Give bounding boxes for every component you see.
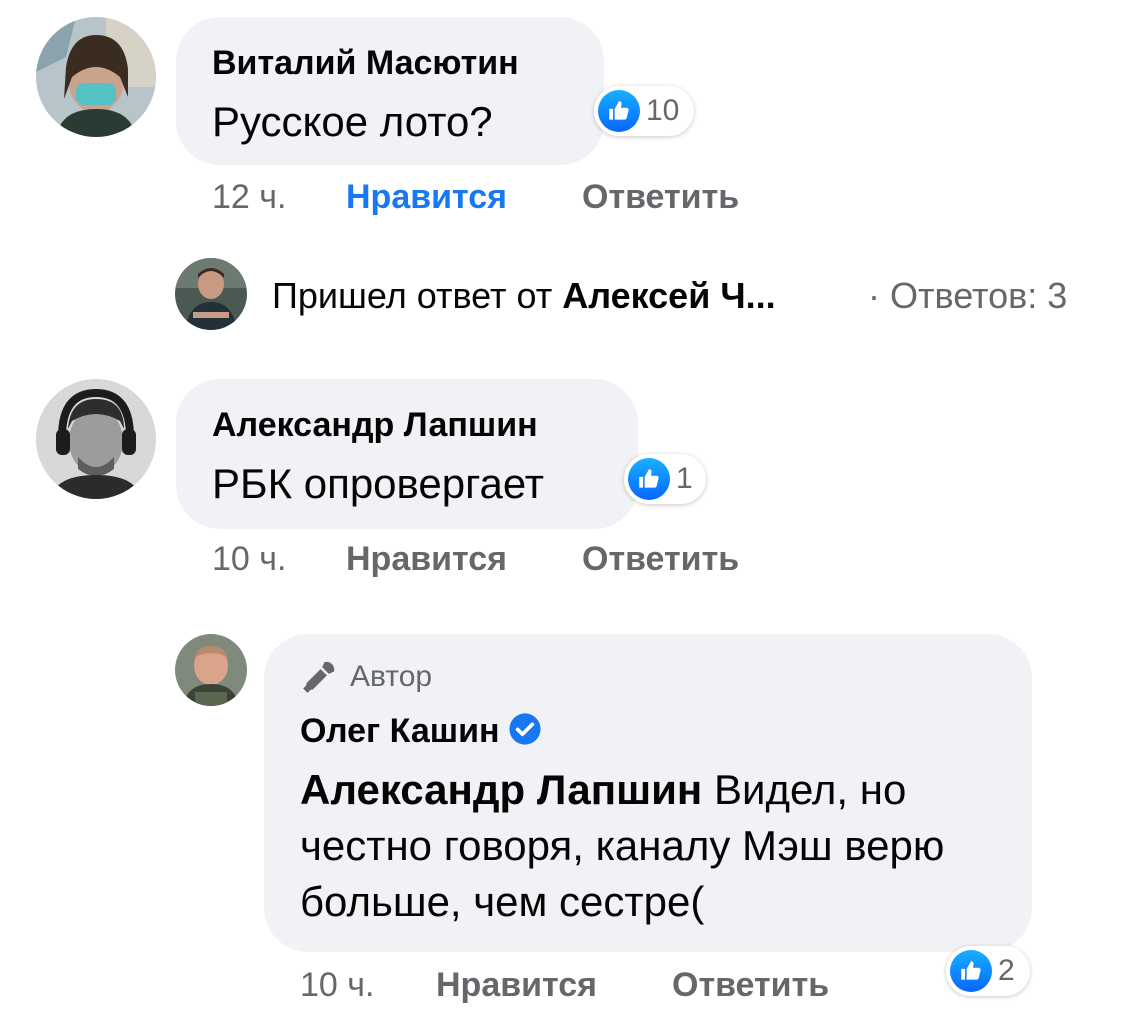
reply-summary-link[interactable]: Пришел ответ от Алексей Ч... (272, 275, 776, 317)
avatar-oleg[interactable] (175, 634, 247, 706)
microphone-icon (303, 661, 335, 693)
like-button-3[interactable]: Нравится (436, 966, 597, 1005)
avatar-alexander[interactable] (36, 379, 156, 499)
reaction-pill-3[interactable]: 2 (946, 946, 1030, 996)
reaction-pill-2[interactable]: 1 (624, 454, 706, 504)
reply-button-1[interactable]: Ответить (582, 178, 739, 217)
reaction-count-1: 10 (646, 94, 680, 127)
author-badge: Автор (300, 658, 432, 696)
comment-time-2[interactable]: 10 ч. (212, 540, 286, 579)
reply-summary-prefix: Пришел ответ от (272, 275, 563, 316)
reply-button-3[interactable]: Ответить (672, 966, 829, 1005)
comment-text-1: Русское лото? (212, 98, 493, 145)
like-button-2[interactable]: Нравится (346, 540, 507, 579)
avatar-vitaly[interactable] (36, 17, 156, 137)
like-icon (950, 950, 992, 992)
reply-button-2[interactable]: Ответить (582, 540, 739, 579)
comment-author-1[interactable]: Виталий Масютин (212, 44, 519, 83)
like-icon (628, 458, 670, 500)
avatar-alexey[interactable] (175, 258, 247, 330)
like-icon (598, 90, 640, 132)
author-reply-text: Александр Лапшин Видел, но честно говоря… (300, 762, 1020, 930)
author-reply-name[interactable]: Олег Кашин (300, 712, 500, 750)
reaction-pill-1[interactable]: 10 (594, 86, 694, 136)
reaction-count-2: 1 (676, 462, 693, 495)
comment-text-2: РБК опровергает (212, 460, 545, 507)
comment-time-1[interactable]: 12 ч. (212, 178, 286, 217)
verified-badge-icon (508, 713, 541, 745)
author-reply-name-row: Олег Кашин (300, 712, 542, 751)
comment-author-2[interactable]: Александр Лапшин (212, 406, 538, 445)
author-reply-time[interactable]: 10 ч. (300, 966, 374, 1005)
mention-link[interactable]: Александр Лапшин (300, 766, 702, 813)
reply-summary-name: Алексей Ч... (562, 275, 776, 316)
like-button-1[interactable]: Нравится (346, 178, 507, 217)
author-badge-label: Автор (350, 660, 433, 693)
reaction-count-3: 2 (998, 954, 1015, 987)
reply-count[interactable]: · Ответов: 3 (868, 275, 1067, 317)
